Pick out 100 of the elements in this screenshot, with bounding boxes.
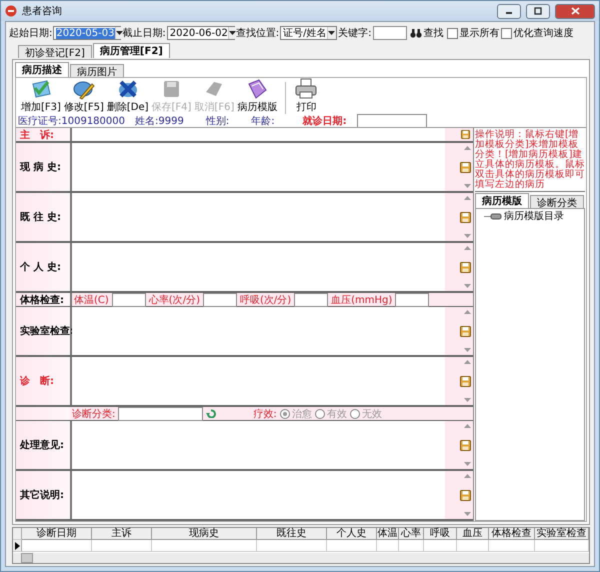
visit-date-label: 就诊日期:: [302, 114, 347, 128]
column-header[interactable]: 体格检查: [489, 528, 535, 540]
maximize-icon: [534, 7, 542, 15]
table-cell: [424, 540, 457, 552]
maximize-button[interactable]: [526, 4, 550, 18]
field-label: 截止日期:: [122, 26, 166, 40]
field-label: 关键字:: [338, 26, 372, 40]
column-header[interactable]: 诊断日期: [22, 528, 92, 540]
dropdown-button[interactable]: [326, 27, 336, 39]
scroll-down-icon[interactable]: [464, 348, 471, 353]
patient-age: 年龄:: [251, 114, 275, 128]
tab[interactable]: 病历模版: [475, 193, 529, 208]
caret-down-icon: [328, 31, 336, 35]
scroll-up-icon[interactable]: [464, 359, 471, 364]
instructions-text: 操作说明：鼠标右键[增加模板分类]来增加模板分类！[增加病历模板]建立具体的病历模板。鼠标双击具体的病历模板即可填写左边的病历: [475, 130, 585, 192]
column-header[interactable]: 体温: [377, 528, 399, 540]
table-cell: [457, 540, 489, 552]
toolbar-button[interactable]: 增加[F3]: [20, 78, 62, 114]
window-title: 患者咨询: [22, 4, 62, 18]
vital-field[interactable]: [294, 292, 328, 306]
tab[interactable]: 诊断分类: [530, 195, 584, 208]
patient-name: 姓名:9999: [135, 114, 184, 128]
start-date-dropdown[interactable]: 2020-05-03: [53, 26, 122, 40]
dropdown-button[interactable]: [228, 27, 236, 39]
scroll-up-icon[interactable]: [464, 423, 471, 428]
checkbox[interactable]: [446, 28, 458, 38]
patient-id: 医疗证号:1009180000: [18, 114, 125, 128]
scroll-down-icon[interactable]: [464, 284, 471, 289]
column-header[interactable]: 个人史: [327, 528, 377, 540]
table-cell: [399, 540, 424, 552]
diagnosis-category-field[interactable]: [118, 406, 204, 420]
column-header[interactable]: 呼吸: [424, 528, 457, 540]
tree-item[interactable]: 病历模版目录: [476, 209, 584, 223]
patient-sex: 性别:: [206, 114, 230, 128]
scroll-down-icon[interactable]: [464, 234, 471, 239]
column-header[interactable]: 心率: [399, 528, 424, 540]
section-label: 主 诉:: [20, 128, 54, 142]
corner-header-cell: [13, 528, 22, 540]
end-date-dropdown[interactable]: 2020-06-02: [166, 26, 235, 40]
column-header[interactable]: 血压: [457, 528, 489, 540]
tab[interactable]: 病历图片: [70, 64, 124, 77]
column-header[interactable]: 主诉: [92, 528, 152, 540]
minimize-button[interactable]: [497, 4, 521, 18]
horizontal-scrollbar[interactable]: [13, 553, 589, 563]
toolbar-button[interactable]: 删除[De]: [106, 78, 150, 114]
scroll-down-icon[interactable]: [464, 184, 471, 189]
current-row-icon: [14, 542, 20, 550]
table-cell: [22, 540, 92, 552]
tab[interactable]: 初诊登记[F2]: [18, 45, 92, 58]
row-header-cell[interactable]: [13, 540, 22, 552]
app-icon: [5, 5, 17, 17]
close-button[interactable]: [555, 4, 595, 18]
visit-date-field[interactable]: [356, 114, 427, 128]
keyword-field[interactable]: [372, 26, 406, 40]
section-label: 现 病 史:: [20, 160, 61, 174]
scroll-up-icon[interactable]: [464, 473, 471, 478]
section-label: 处理意见:: [20, 438, 64, 452]
option-checkbox[interactable]: 显示所有: [446, 26, 500, 40]
vital-field[interactable]: [395, 292, 430, 306]
vital-field[interactable]: [112, 292, 146, 306]
scroll-down-icon[interactable]: [464, 462, 471, 467]
search-location-dropdown[interactable]: 证号/姓名: [280, 26, 338, 40]
section-label: 个 人 史:: [20, 260, 61, 274]
table-cell: [489, 540, 535, 552]
table-cell: [92, 540, 152, 552]
section-label: 体格检查:: [20, 294, 64, 306]
option-checkbox[interactable]: 优化查询速度: [500, 26, 574, 40]
diagnosis-category-label: 诊断分类:: [72, 408, 116, 420]
caret-down-icon: [228, 31, 236, 35]
table-cell: [535, 540, 589, 552]
checkbox[interactable]: [500, 28, 512, 38]
table-cell: [377, 540, 399, 552]
close-icon: [570, 7, 580, 15]
scroll-up-icon[interactable]: [464, 145, 471, 150]
vital-label: 体温(C): [74, 294, 109, 306]
scroll-up-icon[interactable]: [464, 245, 471, 250]
toolbar-button[interactable]: 修改[F5]: [62, 78, 105, 114]
section-label: 其它说明:: [20, 488, 64, 502]
table-cell: [257, 540, 327, 552]
section-label: 诊 断:: [20, 374, 54, 388]
column-header[interactable]: 实验室检查: [535, 528, 589, 540]
column-header[interactable]: 既往史: [257, 528, 327, 540]
scroll-down-icon[interactable]: [464, 398, 471, 403]
toolbar-button[interactable]: 病历模版: [236, 78, 278, 114]
tab[interactable]: 病历管理[F2]: [92, 43, 170, 58]
section-label: 既 往 史:: [20, 210, 61, 224]
scroll-up-icon[interactable]: [464, 195, 471, 200]
tab[interactable]: 病历描述: [15, 62, 69, 77]
scroll-down-icon[interactable]: [464, 512, 471, 517]
table-cell: [327, 540, 377, 552]
toolbar-button[interactable]: 打印: [293, 78, 320, 114]
printer-icon: [294, 78, 318, 100]
vital-field[interactable]: [202, 292, 237, 306]
column-header[interactable]: 现病史: [152, 528, 257, 540]
vital-label: 心率(次/分): [148, 294, 200, 306]
field-label: 查找位置:: [236, 26, 280, 40]
field-label: 起始日期:: [9, 26, 52, 40]
scroll-up-icon[interactable]: [464, 309, 471, 314]
search-button[interactable]: 查找: [408, 26, 446, 40]
refresh-icon[interactable]: [206, 409, 218, 418]
